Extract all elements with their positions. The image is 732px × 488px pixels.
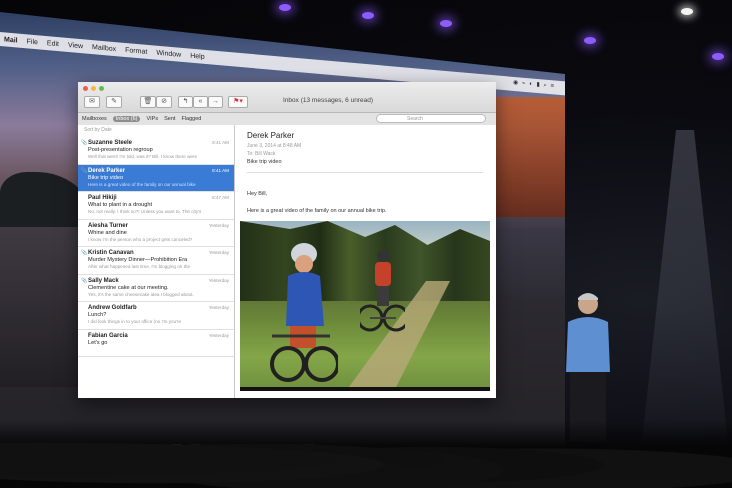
message-row[interactable]: 📎 Sally Mack Yesterday Clementine cake at o… xyxy=(78,275,234,302)
stage-light xyxy=(712,53,724,60)
favorites-sent[interactable]: Sent xyxy=(164,116,175,122)
light-beam xyxy=(640,130,730,460)
row-sender: Fabian Garcia xyxy=(88,332,128,339)
message-list: Sort by Date 📎 Suzanne Steele 9:41 AM Post-… xyxy=(78,125,235,398)
keynote-stage: Mail File Edit View Mailbox Format Windo… xyxy=(0,0,732,488)
video-controls[interactable] xyxy=(240,387,490,391)
attachment-icon: 📎 xyxy=(81,250,88,256)
menu-help[interactable]: Help xyxy=(190,52,204,60)
sort-label[interactable]: Sort by Date xyxy=(78,125,234,137)
row-subject: Let's go xyxy=(88,339,108,346)
message-row[interactable]: 📎 Suzanne Steele 9:41 AM Post-presentation … xyxy=(78,137,234,165)
row-time: 8:41 AM xyxy=(212,167,229,173)
row-sender: Aiesha Turner xyxy=(88,222,128,229)
menu-mailbox[interactable]: Mailbox xyxy=(92,44,116,53)
row-sender: Sally Mack xyxy=(88,277,119,284)
stage-light xyxy=(279,4,291,11)
menu-file[interactable]: File xyxy=(27,38,38,46)
row-time: Yesterday xyxy=(208,250,229,255)
message-greeting: Hey Bill, xyxy=(247,191,268,197)
stage-light xyxy=(584,37,596,44)
row-preview: Yes, it's the same cheesecake idea I blo… xyxy=(88,291,194,297)
delete-button[interactable]: 🗑 xyxy=(140,96,156,108)
get-mail-button[interactable]: ✉ xyxy=(84,96,100,108)
message-body: Here is a great video of the family on o… xyxy=(247,208,387,214)
wallpaper-lake xyxy=(0,227,90,387)
audience xyxy=(0,420,732,488)
window-controls xyxy=(83,86,104,91)
attachment-icon: 📎 xyxy=(81,277,88,284)
row-sender: Paul Hikiji xyxy=(88,195,117,201)
row-preview: No, not really. I think so?! Unless you … xyxy=(88,209,202,214)
message-row[interactable]: 📎 Kristin Canavan Yesterday Murder Mystery … xyxy=(78,247,234,275)
row-preview: After what happened last time, I'm blogg… xyxy=(88,264,191,269)
close-button[interactable] xyxy=(83,86,88,91)
menu-view[interactable]: View xyxy=(68,41,83,49)
message-recipient: To: Bill Wack xyxy=(247,151,276,157)
row-subject: Bike trip video xyxy=(88,174,124,181)
favorites-mailboxes[interactable]: Mailboxes xyxy=(82,116,107,122)
menu-edit[interactable]: Edit xyxy=(47,40,59,48)
attachment-icon: 📎 xyxy=(81,167,88,174)
reply-all-button[interactable]: « xyxy=(193,96,208,108)
row-preview: I know I'm the person who a project gets… xyxy=(88,236,193,242)
row-subject: Post-presentation regroup xyxy=(88,147,153,153)
row-preview: I did look things in to your office (no … xyxy=(88,319,182,324)
message-date: June 3, 2014 at 8:48 AM xyxy=(247,143,302,149)
message-row[interactable]: 📎 Derek Parker 8:41 AM Bike trip video Here … xyxy=(78,164,234,192)
message-row[interactable]: Andrew Goldfarb Yesterday Lunch? I did look… xyxy=(78,302,234,330)
row-sender: Kristin Canavan xyxy=(88,250,134,256)
row-time: 8:47 AM xyxy=(212,195,229,200)
attachment-icon: 📎 xyxy=(81,140,88,146)
row-subject: What to plant in a drought xyxy=(88,202,153,208)
message-row[interactable]: Aiesha Turner Yesterday Whine and dine I kn… xyxy=(78,220,234,247)
row-preview: Here is a great video of the family on o… xyxy=(88,181,196,187)
title-bar: ✉ ✎ 🗑 ⊘ ↰ « → ⚑▾ Inbox (13 messages, 6 u… xyxy=(78,82,496,113)
cyclist-child xyxy=(270,243,338,382)
message-viewer: Derek Parker June 3, 2014 at 8:48 AM To:… xyxy=(235,125,496,398)
search-input[interactable]: Search xyxy=(376,114,486,123)
header-divider xyxy=(247,172,483,173)
row-sender: Andrew Goldfarb xyxy=(88,305,137,311)
stage-light xyxy=(362,12,374,19)
favorites-flagged[interactable]: Flagged xyxy=(181,116,201,122)
status-icons: ◉ ⌁ ◐ ▮ ⌕ ≡ xyxy=(513,79,555,90)
row-sender: Suzanne Steele xyxy=(88,140,133,146)
junk-button[interactable]: ⊘ xyxy=(156,96,172,108)
compose-button[interactable]: ✎ xyxy=(106,96,122,108)
menu-mail[interactable]: Mail xyxy=(4,36,18,44)
row-time: Yesterday xyxy=(208,305,229,310)
row-time: Yesterday xyxy=(208,222,229,228)
reply-button[interactable]: ↰ xyxy=(178,96,193,108)
minimize-button[interactable] xyxy=(91,86,96,91)
menu-format[interactable]: Format xyxy=(125,46,147,55)
message-row[interactable]: Paul Hikiji 8:47 AM What to plant in a dro… xyxy=(78,192,234,220)
stage-light xyxy=(681,8,693,15)
row-time: Yesterday xyxy=(208,277,229,283)
favorites-inbox[interactable]: Inbox (6) xyxy=(112,116,141,122)
stage-light xyxy=(440,20,452,27)
row-sender: Derek Parker xyxy=(88,167,126,174)
row-subject: Whine and dine xyxy=(88,229,127,236)
row-subject: Murder Mystery Dinner—Prohibition Era xyxy=(88,257,188,263)
forward-button[interactable]: → xyxy=(208,96,223,108)
cyclist-adult xyxy=(360,250,405,332)
row-time: Yesterday xyxy=(208,332,229,338)
row-preview: Well that went! I'm told, was it? Bill, … xyxy=(88,154,198,159)
message-row[interactable]: Fabian Garcia Yesterday Let's go xyxy=(78,330,234,357)
favorites-vips[interactable]: VIPs xyxy=(146,116,158,122)
row-subject: Clementine cake at our meeting. xyxy=(88,284,169,291)
window-title: Inbox (13 messages, 6 unread) xyxy=(283,97,373,104)
mail-window: ✉ ✎ 🗑 ⊘ ↰ « → ⚑▾ Inbox (13 messages, 6 u… xyxy=(78,82,496,398)
row-time: 9:41 AM xyxy=(212,140,229,145)
menu-window[interactable]: Window xyxy=(156,49,181,58)
message-subject: Bike trip video xyxy=(247,159,282,165)
message-sender: Derek Parker xyxy=(247,131,295,140)
zoom-button[interactable] xyxy=(99,86,104,91)
row-subject: Lunch? xyxy=(88,312,107,318)
attached-video[interactable] xyxy=(240,221,490,391)
